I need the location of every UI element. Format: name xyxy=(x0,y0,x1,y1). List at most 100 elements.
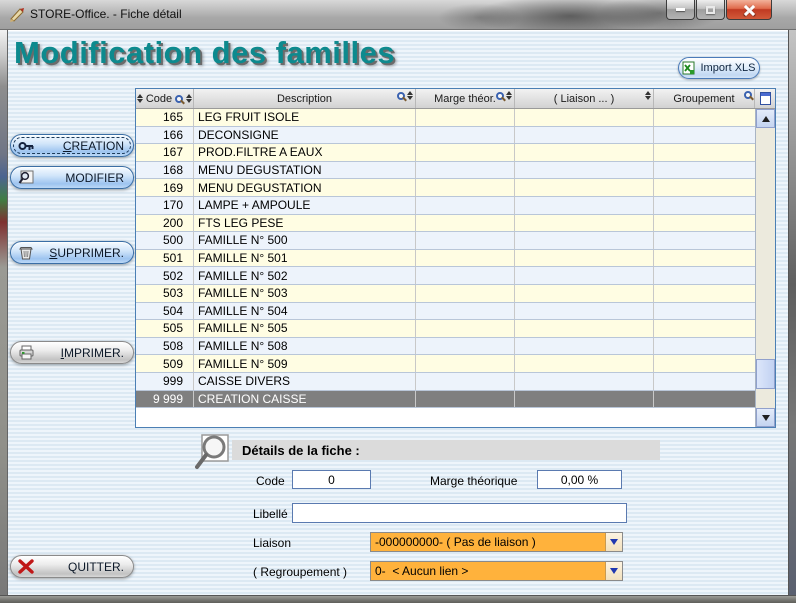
creation-button[interactable]: CREATION xyxy=(10,134,134,157)
table-row[interactable]: 504FAMILLE N° 504 xyxy=(136,303,775,321)
table-cell[interactable]: 167 xyxy=(136,144,194,161)
maximize-button[interactable] xyxy=(696,0,725,20)
search-icon[interactable] xyxy=(175,95,183,103)
table-cell[interactable] xyxy=(515,391,654,408)
supprimer-button[interactable]: SUPPRIMER. xyxy=(10,241,134,264)
table-row[interactable]: 168MENU DEGUSTATION xyxy=(136,162,775,180)
table-cell[interactable] xyxy=(515,162,654,179)
table-cell[interactable]: MENU DEGUSTATION xyxy=(194,179,416,196)
table-cell[interactable] xyxy=(515,338,654,355)
table-cell[interactable]: FAMILLE N° 504 xyxy=(194,303,416,320)
dropdown-arrow-button[interactable] xyxy=(605,533,622,551)
table-cell[interactable]: FAMILLE N° 509 xyxy=(194,355,416,372)
column-header-groupement[interactable]: Groupement xyxy=(654,89,755,108)
import-xls-button[interactable]: Import XLS xyxy=(678,57,760,79)
sort-icon[interactable] xyxy=(407,91,413,100)
table-cell[interactable]: FAMILLE N° 508 xyxy=(194,338,416,355)
table-cell[interactable]: DECONSIGNE xyxy=(194,127,416,144)
table-cell[interactable] xyxy=(515,267,654,284)
table-cell[interactable] xyxy=(416,320,515,337)
table-corner[interactable] xyxy=(755,89,775,108)
table-cell[interactable] xyxy=(416,179,515,196)
sort-icon[interactable] xyxy=(186,94,192,103)
table-row[interactable]: 170LAMPE + AMPOULE xyxy=(136,197,775,215)
code-field[interactable] xyxy=(292,470,371,489)
titlebar[interactable]: STORE-Office. - Fiche détail xyxy=(0,0,796,30)
table-cell[interactable]: MENU DEGUSTATION xyxy=(194,162,416,179)
table-row[interactable]: 999CAISSE DIVERS xyxy=(136,373,775,391)
table-cell[interactable] xyxy=(416,109,515,126)
quitter-button[interactable]: QUITTER. xyxy=(10,555,134,578)
column-header-liaison[interactable]: ( Liaison ... ) xyxy=(515,89,654,108)
table-cell[interactable]: 508 xyxy=(136,338,194,355)
table-cell[interactable]: LAMPE + AMPOULE xyxy=(194,197,416,214)
table-cell[interactable] xyxy=(515,285,654,302)
table-cell[interactable]: 166 xyxy=(136,127,194,144)
table-cell[interactable] xyxy=(515,215,654,232)
table-cell[interactable] xyxy=(515,179,654,196)
table-cell[interactable]: 504 xyxy=(136,303,194,320)
table-cell[interactable]: CAISSE DIVERS xyxy=(194,373,416,390)
table-cell[interactable]: FAMILLE N° 500 xyxy=(194,232,416,249)
table-cell[interactable]: 169 xyxy=(136,179,194,196)
table-row[interactable]: 505FAMILLE N° 505 xyxy=(136,320,775,338)
table-row[interactable]: 167PROD.FILTRE A EAUX xyxy=(136,144,775,162)
table-cell[interactable] xyxy=(416,197,515,214)
scrollbar-thumb[interactable] xyxy=(756,359,775,389)
table-row[interactable]: 9 999CREATION CAISSE xyxy=(136,391,775,409)
regroupement-dropdown[interactable]: 0- < Aucun lien > xyxy=(370,561,623,581)
table-cell[interactable] xyxy=(515,303,654,320)
table-cell[interactable] xyxy=(416,355,515,372)
search-icon[interactable] xyxy=(397,92,405,100)
table-cell[interactable] xyxy=(515,250,654,267)
table-cell[interactable] xyxy=(416,162,515,179)
sort-icon[interactable] xyxy=(137,94,143,103)
table-cell[interactable]: 501 xyxy=(136,250,194,267)
table-row[interactable]: 200FTS LEG PESE xyxy=(136,215,775,233)
table-row[interactable]: 508FAMILLE N° 508 xyxy=(136,338,775,356)
table-cell[interactable] xyxy=(416,338,515,355)
table-cell[interactable] xyxy=(416,373,515,390)
libelle-field[interactable] xyxy=(292,503,627,523)
table-cell[interactable] xyxy=(416,127,515,144)
column-header-code[interactable]: Code xyxy=(136,89,194,108)
table-cell[interactable] xyxy=(416,303,515,320)
table-cell[interactable]: 170 xyxy=(136,197,194,214)
marge-field[interactable] xyxy=(537,470,622,489)
column-header-marge[interactable]: Marge théor. xyxy=(416,89,515,108)
liaison-dropdown[interactable]: -000000000- ( Pas de liaison ) xyxy=(370,532,623,552)
imprimer-button[interactable]: IMPRIMER. xyxy=(10,341,134,364)
table-cell[interactable]: PROD.FILTRE A EAUX xyxy=(194,144,416,161)
table-cell[interactable] xyxy=(416,232,515,249)
table-cell[interactable]: CREATION CAISSE xyxy=(194,391,416,408)
table-row[interactable]: 166DECONSIGNE xyxy=(136,127,775,145)
table-cell[interactable] xyxy=(515,355,654,372)
table-cell[interactable] xyxy=(515,197,654,214)
table-cell[interactable] xyxy=(515,144,654,161)
table-cell[interactable] xyxy=(416,391,515,408)
table-row[interactable]: 500FAMILLE N° 500 xyxy=(136,232,775,250)
table-cell[interactable]: 999 xyxy=(136,373,194,390)
table-cell[interactable] xyxy=(515,373,654,390)
table-cell[interactable] xyxy=(416,215,515,232)
table-cell[interactable] xyxy=(515,109,654,126)
table-row[interactable]: 169MENU DEGUSTATION xyxy=(136,179,775,197)
table-cell[interactable]: FAMILLE N° 501 xyxy=(194,250,416,267)
table-row[interactable]: 509FAMILLE N° 509 xyxy=(136,355,775,373)
table-cell[interactable]: 500 xyxy=(136,232,194,249)
table-cell[interactable] xyxy=(515,232,654,249)
search-icon[interactable] xyxy=(496,92,504,100)
minimize-button[interactable] xyxy=(666,0,695,20)
table-cell[interactable]: 503 xyxy=(136,285,194,302)
table-cell[interactable]: 200 xyxy=(136,215,194,232)
table-row[interactable]: 502FAMILLE N° 502 xyxy=(136,267,775,285)
table-cell[interactable]: 502 xyxy=(136,267,194,284)
table-cell[interactable] xyxy=(416,267,515,284)
table-row[interactable]: 503FAMILLE N° 503 xyxy=(136,285,775,303)
table-cell[interactable] xyxy=(515,127,654,144)
table-cell[interactable]: FAMILLE N° 505 xyxy=(194,320,416,337)
table-cell[interactable] xyxy=(515,320,654,337)
close-button[interactable] xyxy=(726,0,772,20)
table-cell[interactable]: 168 xyxy=(136,162,194,179)
table-row[interactable]: 165LEG FRUIT ISOLE xyxy=(136,109,775,127)
